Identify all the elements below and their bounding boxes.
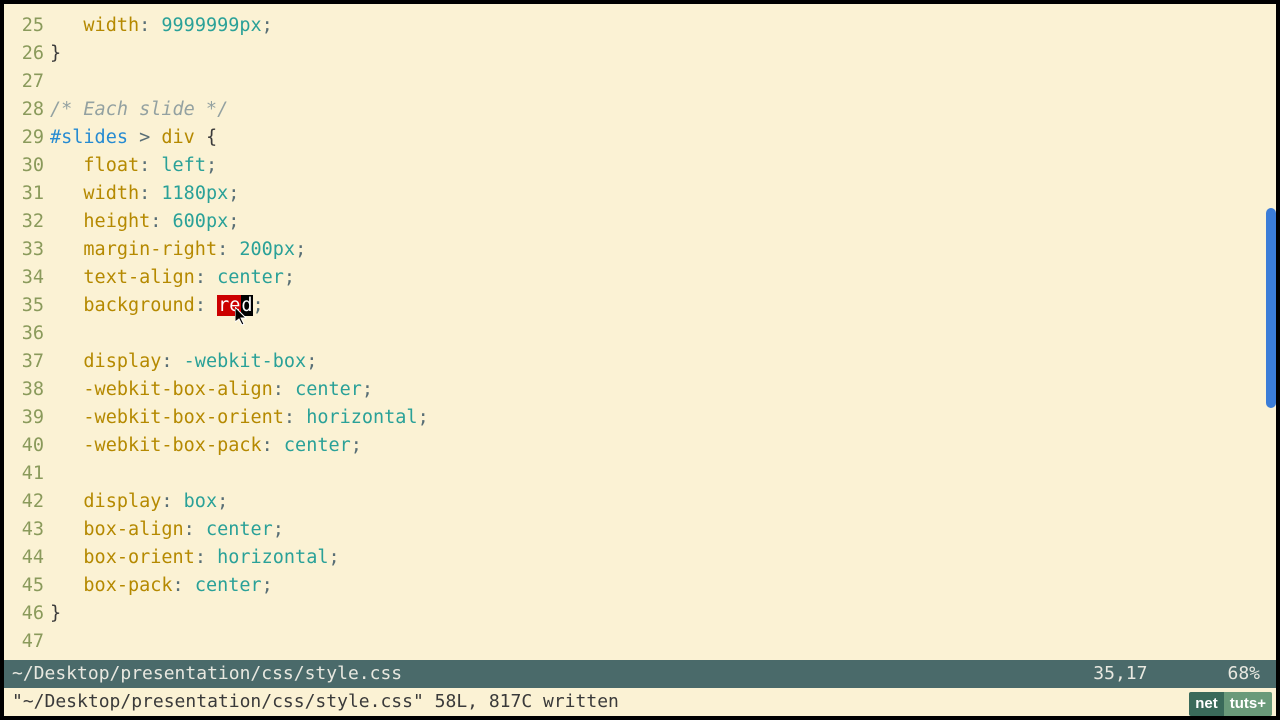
line-number: 31 bbox=[4, 180, 44, 208]
code-line[interactable]: width: 9999999px; bbox=[50, 12, 1276, 40]
status-bar: ~/Desktop/presentation/css/style.css 35,… bbox=[4, 660, 1276, 688]
code-line[interactable]: box-align: center; bbox=[50, 516, 1276, 544]
code-line[interactable]: box-orient: horizontal; bbox=[50, 544, 1276, 572]
line-number: 25 bbox=[4, 12, 44, 40]
code-line[interactable]: height: 600px; bbox=[50, 208, 1276, 236]
line-number: 46 bbox=[4, 600, 44, 628]
scrollbar-track[interactable] bbox=[1264, 8, 1276, 652]
line-number: 37 bbox=[4, 348, 44, 376]
code-line[interactable] bbox=[50, 628, 1276, 656]
line-number: 29 bbox=[4, 124, 44, 152]
line-number: 39 bbox=[4, 404, 44, 432]
line-number: 44 bbox=[4, 544, 44, 572]
line-number: 32 bbox=[4, 208, 44, 236]
line-number: 26 bbox=[4, 40, 44, 68]
code-line[interactable]: /* Each slide */ bbox=[50, 96, 1276, 124]
code-line[interactable]: float: left; bbox=[50, 152, 1276, 180]
line-number: 42 bbox=[4, 488, 44, 516]
code-line[interactable]: text-align: center; bbox=[50, 264, 1276, 292]
message-bar: "~/Desktop/presentation/css/style.css" 5… bbox=[4, 688, 1276, 716]
line-number: 33 bbox=[4, 236, 44, 264]
code-line[interactable]: margin-right: 200px; bbox=[50, 236, 1276, 264]
watermark-left: net bbox=[1189, 692, 1224, 716]
line-number: 34 bbox=[4, 264, 44, 292]
code-line[interactable]: display: -webkit-box; bbox=[50, 348, 1276, 376]
code-line[interactable] bbox=[50, 320, 1276, 348]
line-number: 30 bbox=[4, 152, 44, 180]
code-line[interactable]: } bbox=[50, 40, 1276, 68]
line-number: 43 bbox=[4, 516, 44, 544]
watermark-right: tuts+ bbox=[1224, 692, 1272, 716]
code-line[interactable] bbox=[50, 68, 1276, 96]
line-number: 40 bbox=[4, 432, 44, 460]
line-number: 28 bbox=[4, 96, 44, 124]
code-line[interactable]: box-pack: center; bbox=[50, 572, 1276, 600]
status-scroll-percent: 68% bbox=[1227, 660, 1260, 688]
code-line[interactable]: width: 1180px; bbox=[50, 180, 1276, 208]
line-number: 27 bbox=[4, 68, 44, 96]
line-number: 47 bbox=[4, 628, 44, 656]
code-line[interactable]: -webkit-box-orient: horizontal; bbox=[50, 404, 1276, 432]
status-cursor-position: 35,17 bbox=[1093, 660, 1147, 688]
code-line[interactable] bbox=[50, 460, 1276, 488]
code-line[interactable]: -webkit-box-pack: center; bbox=[50, 432, 1276, 460]
line-number: 35 bbox=[4, 292, 44, 320]
code-content[interactable]: width: 9999999px;} /* Each slide */#slid… bbox=[50, 4, 1276, 660]
status-file-path: ~/Desktop/presentation/css/style.css bbox=[12, 660, 1093, 688]
code-line[interactable]: } bbox=[50, 600, 1276, 628]
code-area[interactable]: 2526272829303132333435363738394041424344… bbox=[4, 4, 1276, 660]
line-number-gutter: 2526272829303132333435363738394041424344… bbox=[4, 4, 50, 660]
line-number: 36 bbox=[4, 320, 44, 348]
line-number: 41 bbox=[4, 460, 44, 488]
scrollbar-thumb[interactable] bbox=[1266, 208, 1276, 408]
line-number: 45 bbox=[4, 572, 44, 600]
watermark-badge: net tuts+ bbox=[1189, 692, 1272, 716]
code-line[interactable]: background: red; bbox=[50, 292, 1276, 320]
code-line[interactable]: -webkit-box-align: center; bbox=[50, 376, 1276, 404]
editor-window: 2526272829303132333435363738394041424344… bbox=[0, 0, 1280, 720]
code-line[interactable]: #slides > div { bbox=[50, 124, 1276, 152]
line-number: 38 bbox=[4, 376, 44, 404]
code-line[interactable]: display: box; bbox=[50, 488, 1276, 516]
